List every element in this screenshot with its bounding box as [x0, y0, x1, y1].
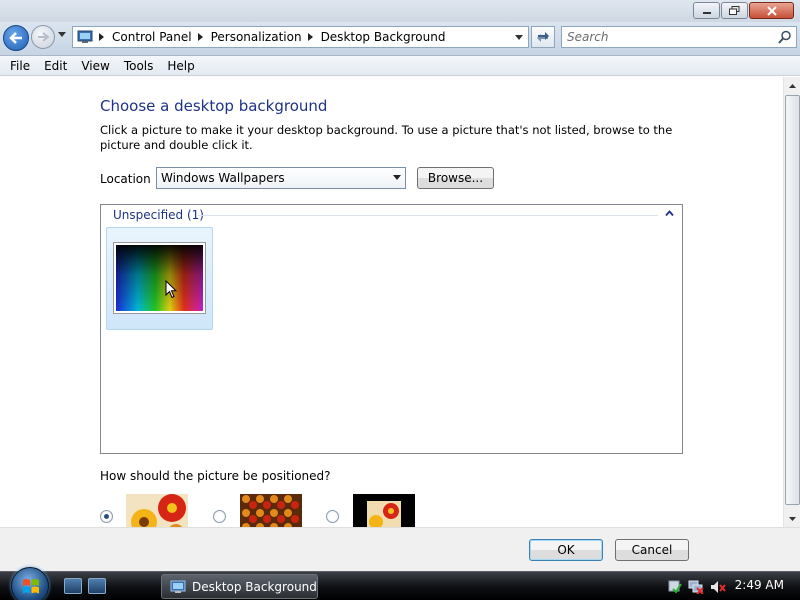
menu-help[interactable]: Help: [160, 57, 201, 75]
page-description: Click a picture to make it your desktop …: [100, 123, 673, 152]
position-tile-preview[interactable]: [240, 494, 302, 527]
search-icon[interactable]: [778, 30, 792, 44]
position-fit-preview[interactable]: [126, 494, 188, 527]
minimize-icon: [702, 11, 711, 14]
position-fit-radio[interactable]: [100, 510, 113, 523]
network-disconnected-icon[interactable]: [688, 580, 704, 594]
cancel-button[interactable]: Cancel: [615, 539, 689, 561]
forward-arrow-icon: [38, 32, 49, 42]
location-label: Location: [100, 172, 151, 186]
search-input[interactable]: [562, 27, 762, 47]
breadcrumb-separator-icon[interactable]: [307, 33, 313, 41]
cancel-button-label: Cancel: [631, 543, 673, 557]
centered-flower-image: [353, 494, 415, 527]
close-icon: [766, 5, 777, 16]
scroll-down-arrow-icon: [789, 516, 796, 521]
start-button[interactable]: [11, 567, 49, 600]
menu-bar: File Edit View Tools Help: [0, 56, 800, 76]
volume-muted-icon[interactable]: [710, 580, 726, 594]
rainbow-wallpaper-image: [116, 245, 203, 311]
browse-button-label: Browse...: [427, 171, 484, 185]
recent-pages-dropdown-icon[interactable]: [58, 32, 66, 38]
caption-buttons: [693, 2, 794, 19]
mouse-cursor-icon: [165, 280, 177, 299]
group-header[interactable]: Unspecified (1): [113, 208, 204, 222]
maximize-icon: [729, 6, 740, 15]
chevron-down-icon: [393, 175, 401, 180]
quick-launch: [64, 578, 106, 594]
wallpaper-thumbnail: [113, 242, 206, 314]
menu-view[interactable]: View: [74, 57, 116, 75]
refresh-icon: [537, 32, 549, 42]
address-toolbar: Control Panel Personalization Desktop Ba…: [0, 22, 800, 56]
show-desktop-icon[interactable]: [64, 578, 82, 594]
forward-button[interactable]: [31, 25, 55, 49]
back-arrow-icon: [9, 32, 22, 44]
control-panel-icon: [77, 30, 93, 43]
clock[interactable]: 2:49 AM: [735, 578, 784, 592]
breadcrumb-desktop-background[interactable]: Desktop Background: [321, 30, 446, 44]
breadcrumb-separator-icon[interactable]: [197, 33, 203, 41]
breadcrumb-control-panel[interactable]: Control Panel: [112, 30, 192, 44]
scroll-down-button[interactable]: [784, 510, 800, 527]
position-center-preview[interactable]: [353, 494, 415, 527]
minimize-button[interactable]: [693, 2, 720, 19]
collapse-chevron-icon[interactable]: [665, 210, 674, 216]
windows-logo-icon: [23, 579, 39, 594]
browse-button[interactable]: Browse...: [417, 167, 494, 189]
scroll-up-arrow-icon: [789, 83, 796, 88]
wallpaper-thumbnail-tile[interactable]: [106, 227, 213, 330]
maximize-button[interactable]: [721, 2, 748, 19]
menu-edit[interactable]: Edit: [37, 57, 74, 75]
position-question: How should the picture be positioned?: [100, 469, 331, 483]
group-divider: [198, 215, 658, 216]
wallpaper-gallery: Unspecified (1): [100, 204, 683, 454]
taskbar-button-desktop-background[interactable]: Desktop Background: [161, 574, 318, 599]
breadcrumb-personalization[interactable]: Personalization: [211, 30, 302, 44]
breadcrumb-separator-icon: [99, 33, 104, 41]
window-title-bar: [0, 0, 800, 22]
tiled-flower-image: [240, 494, 302, 527]
scrollbar-thumb[interactable]: [785, 95, 800, 505]
switch-windows-icon[interactable]: [88, 578, 106, 594]
taskbar: Desktop Background 2:49 AM: [0, 567, 800, 600]
refresh-button[interactable]: [531, 26, 555, 48]
location-select[interactable]: Windows Wallpapers: [156, 167, 406, 189]
address-dropdown-icon[interactable]: [515, 35, 523, 40]
close-button[interactable]: [749, 2, 794, 19]
menu-tools[interactable]: Tools: [117, 57, 161, 75]
ok-button-label: OK: [557, 543, 575, 557]
search-box: [561, 26, 797, 48]
position-tile-radio[interactable]: [213, 510, 226, 523]
control-panel-icon: [170, 580, 186, 593]
back-button[interactable]: [3, 25, 29, 51]
ok-button[interactable]: OK: [529, 539, 603, 561]
dialog-footer: OK Cancel: [0, 527, 800, 571]
location-select-value: Windows Wallpapers: [161, 171, 285, 185]
address-field[interactable]: Control Panel Personalization Desktop Ba…: [72, 26, 529, 48]
position-center-radio[interactable]: [326, 510, 339, 523]
menu-file[interactable]: File: [3, 57, 37, 75]
main-content: Choose a desktop background Click a pict…: [0, 77, 783, 527]
vertical-scrollbar[interactable]: [783, 77, 800, 527]
scroll-up-button[interactable]: [784, 77, 800, 94]
page-title: Choose a desktop background: [100, 97, 328, 115]
taskbar-button-label: Desktop Background: [192, 579, 317, 594]
security-check-icon[interactable]: [668, 580, 682, 594]
